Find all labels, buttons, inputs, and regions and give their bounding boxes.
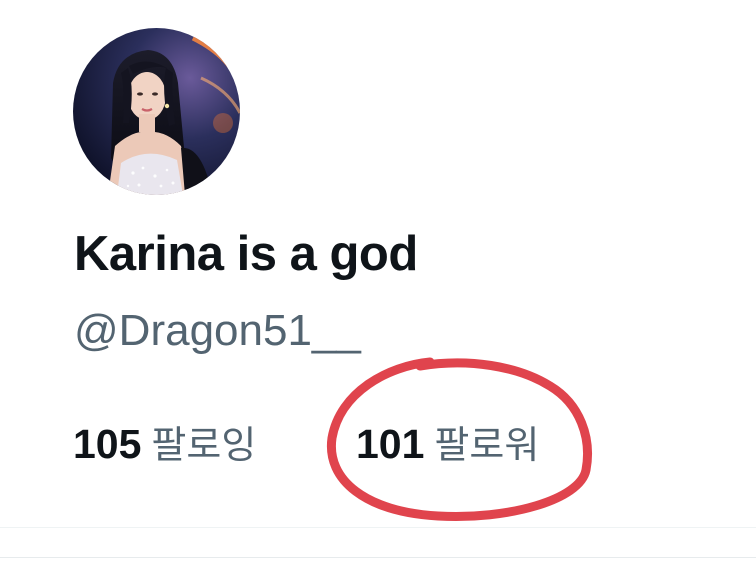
section-divider — [0, 527, 756, 528]
tab-divider — [0, 557, 756, 558]
following-link[interactable]: 105 팔로잉 — [73, 414, 256, 469]
avatar[interactable] — [73, 28, 240, 195]
followers-link[interactable]: 101 팔로워 — [356, 414, 539, 469]
display-name: Karina is a god — [74, 227, 418, 281]
user-handle: @Dragon51__ — [74, 306, 361, 355]
followers-count: 101 — [356, 421, 425, 467]
following-count: 105 — [73, 421, 142, 467]
followers-label: 팔로워 — [434, 423, 540, 467]
avatar-photo-icon — [73, 28, 240, 195]
profile-screen: Karina is a god @Dragon51__ 105 팔로잉 101 팔로… — [0, 0, 756, 578]
following-label: 팔로잉 — [151, 423, 257, 467]
